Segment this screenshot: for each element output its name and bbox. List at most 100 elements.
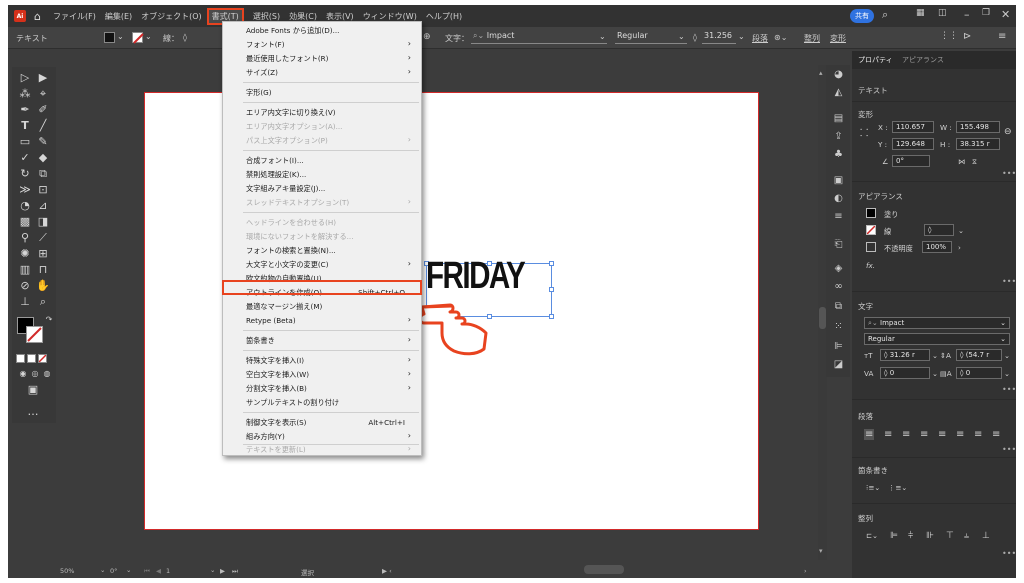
- chevron-down-icon[interactable]: ⌄: [210, 566, 215, 574]
- shaper-tool-icon[interactable]: ✓: [18, 151, 32, 165]
- layers-icon[interactable]: ◈: [833, 263, 844, 274]
- leading-field[interactable]: ◊ (54.7 r: [956, 349, 1002, 361]
- artboard-tool-icon[interactable]: ⊓: [36, 263, 50, 277]
- draw-inside-icon[interactable]: ◍: [40, 367, 54, 381]
- eyedropper-icon[interactable]: ⚲: [18, 231, 32, 245]
- column-graph-icon[interactable]: ⊞: [36, 247, 50, 261]
- align-link[interactable]: 整列: [804, 33, 820, 44]
- free-transform-icon[interactable]: ⊡: [36, 183, 50, 197]
- pathfinder-icon[interactable]: ◪: [833, 359, 844, 370]
- menu-item-fill-placeholder[interactable]: サンプルテキストの割り付け: [223, 396, 421, 409]
- menu-object[interactable]: オブジェクト(O): [141, 11, 202, 22]
- menu-item-convert-area-type[interactable]: エリア内文字に切り換え(V): [223, 106, 421, 119]
- chevron-down-icon[interactable]: ⌄: [1004, 351, 1010, 360]
- scroll-left-icon[interactable]: ▶ ‹: [382, 567, 392, 575]
- restore-icon[interactable]: ❐: [982, 8, 990, 18]
- fill-swatch[interactable]: [104, 32, 115, 43]
- chevron-down-icon[interactable]: ⌄: [932, 351, 938, 360]
- close-icon[interactable]: ✕: [1001, 8, 1010, 21]
- eraser-icon[interactable]: ◆: [36, 151, 50, 165]
- menu-item-insert-special-char[interactable]: 特殊文字を挿入(I) ›: [223, 354, 421, 367]
- tab-properties[interactable]: プロパティ: [858, 55, 893, 65]
- selection-tool-icon[interactable]: ▷: [18, 71, 32, 85]
- paragraph-link[interactable]: 段落: [752, 33, 768, 44]
- mesh-tool-icon[interactable]: ▩: [18, 215, 32, 229]
- panel-icon[interactable]: ⋮⋮: [940, 31, 958, 41]
- menu-item-change-case[interactable]: 大文字と小文字の変更(C) ›: [223, 258, 421, 271]
- justify-force-icon[interactable]: ≡: [992, 429, 1000, 440]
- share-for-review-icon[interactable]: ⊳: [963, 31, 971, 42]
- menu-item-add-adobe-fonts[interactable]: Adobe Fonts から追加(D)...: [223, 24, 421, 37]
- slice-tool-icon[interactable]: ⊘: [18, 279, 32, 293]
- search-icon[interactable]: ⌕: [882, 8, 888, 22]
- artboards-icon[interactable]: ⧉: [833, 301, 844, 312]
- scroll-down-icon[interactable]: ▾: [819, 547, 823, 555]
- print-tiling-icon[interactable]: ⊥: [18, 295, 32, 309]
- menu-item-size[interactable]: サイズ(Z) ›: [223, 66, 421, 79]
- symbols-icon[interactable]: ♣: [833, 149, 844, 160]
- menu-select[interactable]: 選択(S): [253, 11, 280, 22]
- justify-right-icon[interactable]: ≡: [956, 429, 964, 440]
- justify-center-icon[interactable]: ≡: [938, 429, 946, 440]
- scroll-up-icon[interactable]: ▴: [819, 69, 823, 77]
- tab-appearance[interactable]: アピアランス: [902, 55, 944, 65]
- menu-item-font[interactable]: フォント(F) ›: [223, 38, 421, 51]
- stepper-icon[interactable]: ◊: [693, 33, 697, 42]
- h-field[interactable]: 38.315 r: [956, 138, 1000, 150]
- swap-icon[interactable]: ↷: [42, 313, 56, 327]
- globe-icon[interactable]: ⊕: [423, 32, 431, 42]
- align-left-icon[interactable]: ≡: [864, 429, 875, 440]
- w-field[interactable]: 155.498: [956, 121, 1000, 133]
- page-number[interactable]: 1: [166, 567, 170, 575]
- prev-page-icon[interactable]: ◀: [156, 567, 161, 575]
- numbered-list-icon[interactable]: ⋮≡⌄: [888, 483, 907, 492]
- rotation-value[interactable]: 0°: [110, 567, 117, 575]
- kerning-field[interactable]: ◊ 0: [880, 367, 930, 379]
- justify-left-icon[interactable]: ≡: [920, 429, 928, 440]
- direct-selection-tool-icon[interactable]: ▶: [36, 71, 50, 85]
- align-hcenter-icon[interactable]: ⫩: [908, 531, 913, 541]
- bar-graph-icon[interactable]: ▥: [18, 263, 32, 277]
- gradient-tool-icon[interactable]: ◨: [36, 215, 50, 229]
- menu-item-insert-break[interactable]: 分割文字を挿入(B) ›: [223, 382, 421, 395]
- zoom-tool-icon[interactable]: ⌕: [36, 295, 50, 309]
- scale-tool-icon[interactable]: ⧉: [36, 167, 50, 181]
- edit-toolbar-icon[interactable]: …: [26, 405, 40, 419]
- menu-item-bullets[interactable]: 箇条書き ›: [223, 334, 421, 347]
- menu-item-type-orientation[interactable]: 組み方向(Y) ›: [223, 430, 421, 443]
- links-icon[interactable]: ∞: [833, 281, 844, 292]
- align-right-objects-icon[interactable]: ⊪: [926, 531, 934, 541]
- chevron-down-icon[interactable]: ⌄: [145, 32, 152, 41]
- pen-tool-icon[interactable]: ✒: [18, 103, 32, 117]
- recolor-icon[interactable]: ⊛⌄: [774, 33, 787, 42]
- lasso-icon[interactable]: ⌖: [36, 87, 50, 101]
- rotate-tool-icon[interactable]: ↻: [18, 167, 32, 181]
- align-to-icon[interactable]: ⊏⌄: [866, 531, 878, 540]
- stroke-weight-field[interactable]: ◊: [924, 224, 954, 236]
- align-bottom-icon[interactable]: ⊥: [982, 531, 990, 541]
- menu-item-kinsoku-settings[interactable]: 禁則処理設定(K)...: [223, 168, 421, 181]
- font-size-field[interactable]: 31.256: [702, 31, 736, 44]
- menu-item-find-replace-font[interactable]: フォントの検索と置換(N)...: [223, 244, 421, 257]
- arrange-icon[interactable]: ◫: [938, 8, 947, 18]
- align-right-icon[interactable]: ≡: [902, 429, 910, 440]
- chevron-down-icon[interactable]: ⌄: [932, 369, 938, 378]
- menu-item-recent-fonts[interactable]: 最近使用したフォント(R) ›: [223, 52, 421, 65]
- menu-edit[interactable]: 編集(E): [105, 11, 132, 22]
- bullet-list-icon[interactable]: ⁝≡⌄: [866, 483, 880, 492]
- chevron-down-icon[interactable]: ⌄: [126, 566, 131, 574]
- color-icon[interactable]: ◕: [833, 69, 844, 80]
- menu-item-insert-whitespace[interactable]: 空白文字を挿入(W) ›: [223, 368, 421, 381]
- magic-wand-icon[interactable]: ⁂: [18, 87, 32, 101]
- scrollbar-thumb[interactable]: [819, 307, 826, 329]
- align-top-icon[interactable]: ⊤: [946, 531, 954, 541]
- scroll-right-icon[interactable]: ›: [804, 567, 807, 575]
- resize-handle[interactable]: [549, 261, 554, 266]
- color-guide-icon[interactable]: ◭: [833, 87, 844, 98]
- flip-horizontal-icon[interactable]: ⋈: [958, 157, 965, 166]
- chevron-down-icon[interactable]: ⌄: [599, 32, 606, 41]
- flip-vertical-icon[interactable]: ⧖: [972, 157, 977, 167]
- menu-item-composite-fonts[interactable]: 合成フォント(I)...: [223, 154, 421, 167]
- hand-tool-icon[interactable]: ✋: [36, 279, 50, 293]
- y-field[interactable]: 129.648: [892, 138, 934, 150]
